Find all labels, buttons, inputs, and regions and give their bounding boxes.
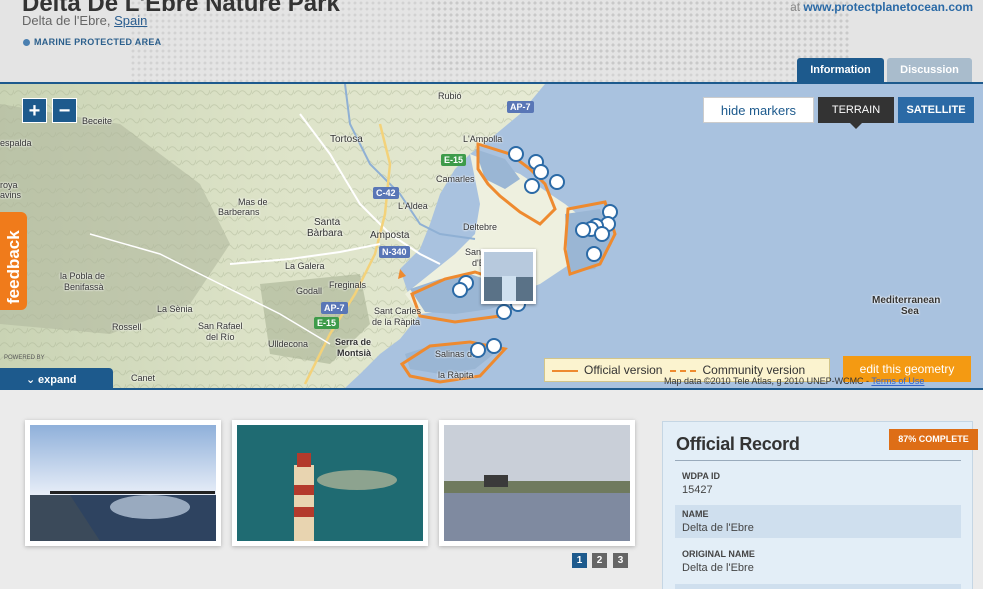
- status-dot-icon: [23, 39, 30, 47]
- subtitle: Delta de l'Ebre, Spain: [22, 13, 147, 28]
- feedback-tab[interactable]: feedback: [0, 212, 27, 310]
- field-value: Delta de l'Ebre: [682, 562, 754, 574]
- site-prefix: at: [790, 0, 804, 14]
- record-field-original-name: ORIGINAL NAME Delta de l'Ebre: [675, 545, 961, 578]
- map-photo-popup[interactable]: [481, 249, 536, 304]
- zoom-in-icon[interactable]: +: [22, 98, 47, 123]
- hide-markers-button[interactable]: hide markers: [703, 97, 814, 123]
- record-divider: [675, 460, 961, 461]
- photo-marsh: [444, 425, 630, 541]
- expand-label: expand: [38, 374, 77, 386]
- pagination-page-3[interactable]: 3: [613, 553, 628, 568]
- zoom-out-icon[interactable]: −: [52, 98, 77, 123]
- legend-community: Community version: [702, 363, 806, 377]
- map-attribution: Map data ©2010 Tele Atlas, g 2010 UNEP-W…: [664, 376, 924, 386]
- status-label: MARINE PROTECTED AREA: [34, 37, 162, 47]
- tab-discussion[interactable]: Discussion: [887, 58, 972, 82]
- attribution-text: Map data ©2010 Tele Atlas, g 2010 UNEP-W…: [664, 376, 872, 386]
- photo-thumbnail-2[interactable]: [232, 420, 428, 546]
- expand-button[interactable]: ⌄ expand: [0, 368, 113, 388]
- country-link[interactable]: Spain: [114, 13, 147, 28]
- map-markers[interactable]: [0, 84, 983, 388]
- powered-by-label: POWERED BY: [4, 355, 45, 361]
- page-header: Delta De L'Ebre Nature Park Delta de l'E…: [0, 0, 983, 82]
- field-value: Delta de l'Ebre: [682, 522, 754, 534]
- photo-lighthouse: [237, 425, 423, 541]
- pagination-page-1[interactable]: 1: [572, 553, 587, 568]
- official-line-icon: [552, 369, 578, 372]
- terms-of-use-link[interactable]: Terms of Use: [871, 376, 924, 386]
- tab-information[interactable]: Information: [797, 58, 884, 82]
- terrain-button[interactable]: TERRAIN: [818, 97, 894, 129]
- field-label: ORIGINAL NAME: [682, 549, 755, 559]
- subtitle-location: Delta de l'Ebre,: [22, 13, 115, 28]
- status-badge: MARINE PROTECTED AREA: [23, 37, 161, 47]
- chevron-down-icon: ⌄: [26, 374, 36, 386]
- field-value: 15427: [682, 484, 713, 496]
- field-label: NAME: [682, 509, 709, 519]
- photo-thumbnail-3[interactable]: [439, 420, 635, 546]
- site-url[interactable]: www.protectplanetocean.com: [803, 0, 973, 14]
- site-link[interactable]: at www.protectplanetocean.com: [790, 0, 973, 14]
- photo-thumbnail-1[interactable]: [25, 420, 221, 546]
- completeness-badge: 87% COMPLETE: [889, 429, 978, 450]
- official-record-title: Official Record: [676, 434, 800, 454]
- community-line-icon: [670, 369, 697, 372]
- record-field-wdpa-id: WDPA ID 15427: [675, 467, 961, 500]
- pagination-page-2[interactable]: 2: [592, 553, 607, 568]
- map-photo-thumbnail: [484, 252, 533, 301]
- legend-official: Official version: [584, 363, 663, 377]
- photo-jetty: [30, 425, 216, 541]
- field-label: WDPA ID: [682, 471, 720, 481]
- feedback-label: feedback: [4, 230, 23, 304]
- world-map-dots-dense: [430, 0, 850, 70]
- satellite-button[interactable]: SATELLITE: [898, 97, 974, 123]
- record-field-next: [675, 584, 961, 589]
- record-field-name: NAME Delta de l'Ebre: [675, 505, 961, 538]
- protected-area-map[interactable]: AP-7 E-15 C-42 N-340 AP-7 E-15 Rubió Bec…: [0, 82, 983, 390]
